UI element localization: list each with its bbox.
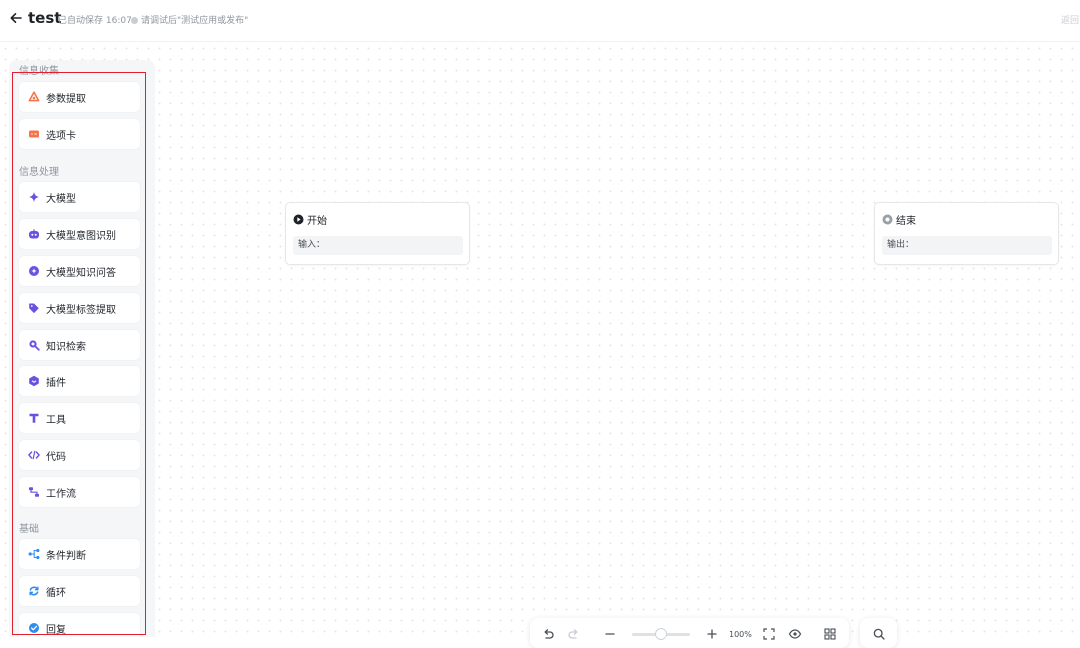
end-node-header: 结束 <box>882 212 916 227</box>
canvas-toolbar: 100% <box>530 618 849 648</box>
node-item-condition[interactable]: 条件判断 <box>19 539 140 569</box>
node-item-label: 大模型 <box>46 193 76 205</box>
group-label-info-collection: 信息收集 <box>19 66 59 77</box>
end-node-title: 结束 <box>896 216 916 227</box>
start-node-title: 开始 <box>307 216 327 227</box>
node-item-label: 工具 <box>46 414 66 426</box>
branch-icon <box>28 548 40 560</box>
reply-icon <box>28 622 40 634</box>
start-input-field: 输入： <box>293 236 463 255</box>
knowledge-qa-icon <box>28 265 40 277</box>
node-panel: 信息收集 参数提取 选项卡 信息处理 大模型 大模型意图识别 大模型知识问答 大… <box>9 60 155 637</box>
robot-icon <box>28 228 40 240</box>
start-node[interactable]: 开始 输入： <box>285 202 470 265</box>
node-item-loop[interactable]: 循环 <box>19 576 140 606</box>
eye-icon[interactable] <box>788 627 802 641</box>
debug-hint: 请调试后"测试应用或发布" <box>131 13 248 26</box>
top-bar: test 已自动保存 16:07 请调试后"测试应用或发布" 返回 <box>0 0 1080 42</box>
zoom-in-icon[interactable] <box>705 627 719 641</box>
node-item-label: 参数提取 <box>46 93 86 105</box>
code-icon <box>28 449 40 461</box>
redo-icon[interactable] <box>567 627 581 641</box>
workflow-icon <box>28 486 40 498</box>
node-item-llm[interactable]: 大模型 <box>19 182 140 212</box>
node-item-reply[interactable]: 回复 <box>19 613 140 637</box>
search-icon <box>28 339 40 351</box>
node-item-label: 大模型意图识别 <box>46 230 116 242</box>
tool-icon <box>28 412 40 424</box>
end-node[interactable]: 结束 输出： <box>874 202 1059 265</box>
end-output-field: 输出： <box>882 236 1052 255</box>
node-item-label: 回复 <box>46 624 66 636</box>
group-label-info-processing: 信息处理 <box>19 167 59 178</box>
undo-icon[interactable] <box>541 627 555 641</box>
loop-icon <box>28 585 40 597</box>
node-item-plugin[interactable]: 插件 <box>19 366 140 396</box>
node-item-tool[interactable]: 工具 <box>19 403 140 433</box>
back-arrow-icon[interactable] <box>8 10 24 26</box>
node-item-code[interactable]: 代码 <box>19 440 140 470</box>
workflow-canvas[interactable]: 开始 输入： 结束 输出： <box>0 43 1080 637</box>
node-item-llm-intent[interactable]: 大模型意图识别 <box>19 219 140 249</box>
node-item-label: 知识检索 <box>46 341 86 353</box>
stop-icon <box>882 214 893 225</box>
node-item-label: 插件 <box>46 377 66 389</box>
zoom-slider-thumb[interactable] <box>655 628 667 640</box>
node-item-llm-knowledge-qa[interactable]: 大模型知识问答 <box>19 256 140 286</box>
node-item-option-card[interactable]: 选项卡 <box>19 119 140 149</box>
option-card-icon <box>28 128 40 140</box>
plugin-icon <box>28 375 40 387</box>
node-item-knowledge-search[interactable]: 知识检索 <box>19 330 140 360</box>
node-item-workflow[interactable]: 工作流 <box>19 477 140 507</box>
sparkle-icon <box>28 191 40 203</box>
zoom-out-icon[interactable] <box>603 627 617 641</box>
fit-view-icon[interactable] <box>762 627 776 641</box>
grid-layout-icon[interactable] <box>823 627 837 641</box>
node-item-llm-tag-extract[interactable]: 大模型标签提取 <box>19 293 140 323</box>
group-label-basic: 基础 <box>19 524 39 535</box>
tag-icon <box>28 302 40 314</box>
autosave-status: 已自动保存 16:07 <box>58 16 132 26</box>
node-item-label: 大模型知识问答 <box>46 267 116 279</box>
return-button[interactable]: 返回 <box>1061 13 1079 26</box>
zoom-level: 100% <box>729 630 752 639</box>
node-item-label: 条件判断 <box>46 550 86 562</box>
node-item-label: 工作流 <box>46 488 76 500</box>
app-title: test <box>28 9 62 27</box>
node-item-param-extract[interactable]: 参数提取 <box>19 82 140 112</box>
param-extract-icon <box>28 91 40 103</box>
play-icon <box>293 214 304 225</box>
node-item-label: 大模型标签提取 <box>46 304 116 316</box>
canvas-search-toolbar <box>860 618 897 648</box>
debug-hint-text: 请调试后"测试应用或发布" <box>141 16 249 26</box>
hint-dot-icon <box>131 17 138 24</box>
node-item-label: 循环 <box>46 587 66 599</box>
search-icon[interactable] <box>872 627 886 641</box>
start-node-header: 开始 <box>293 212 327 227</box>
node-item-label: 选项卡 <box>46 130 76 142</box>
node-item-label: 代码 <box>46 451 66 463</box>
